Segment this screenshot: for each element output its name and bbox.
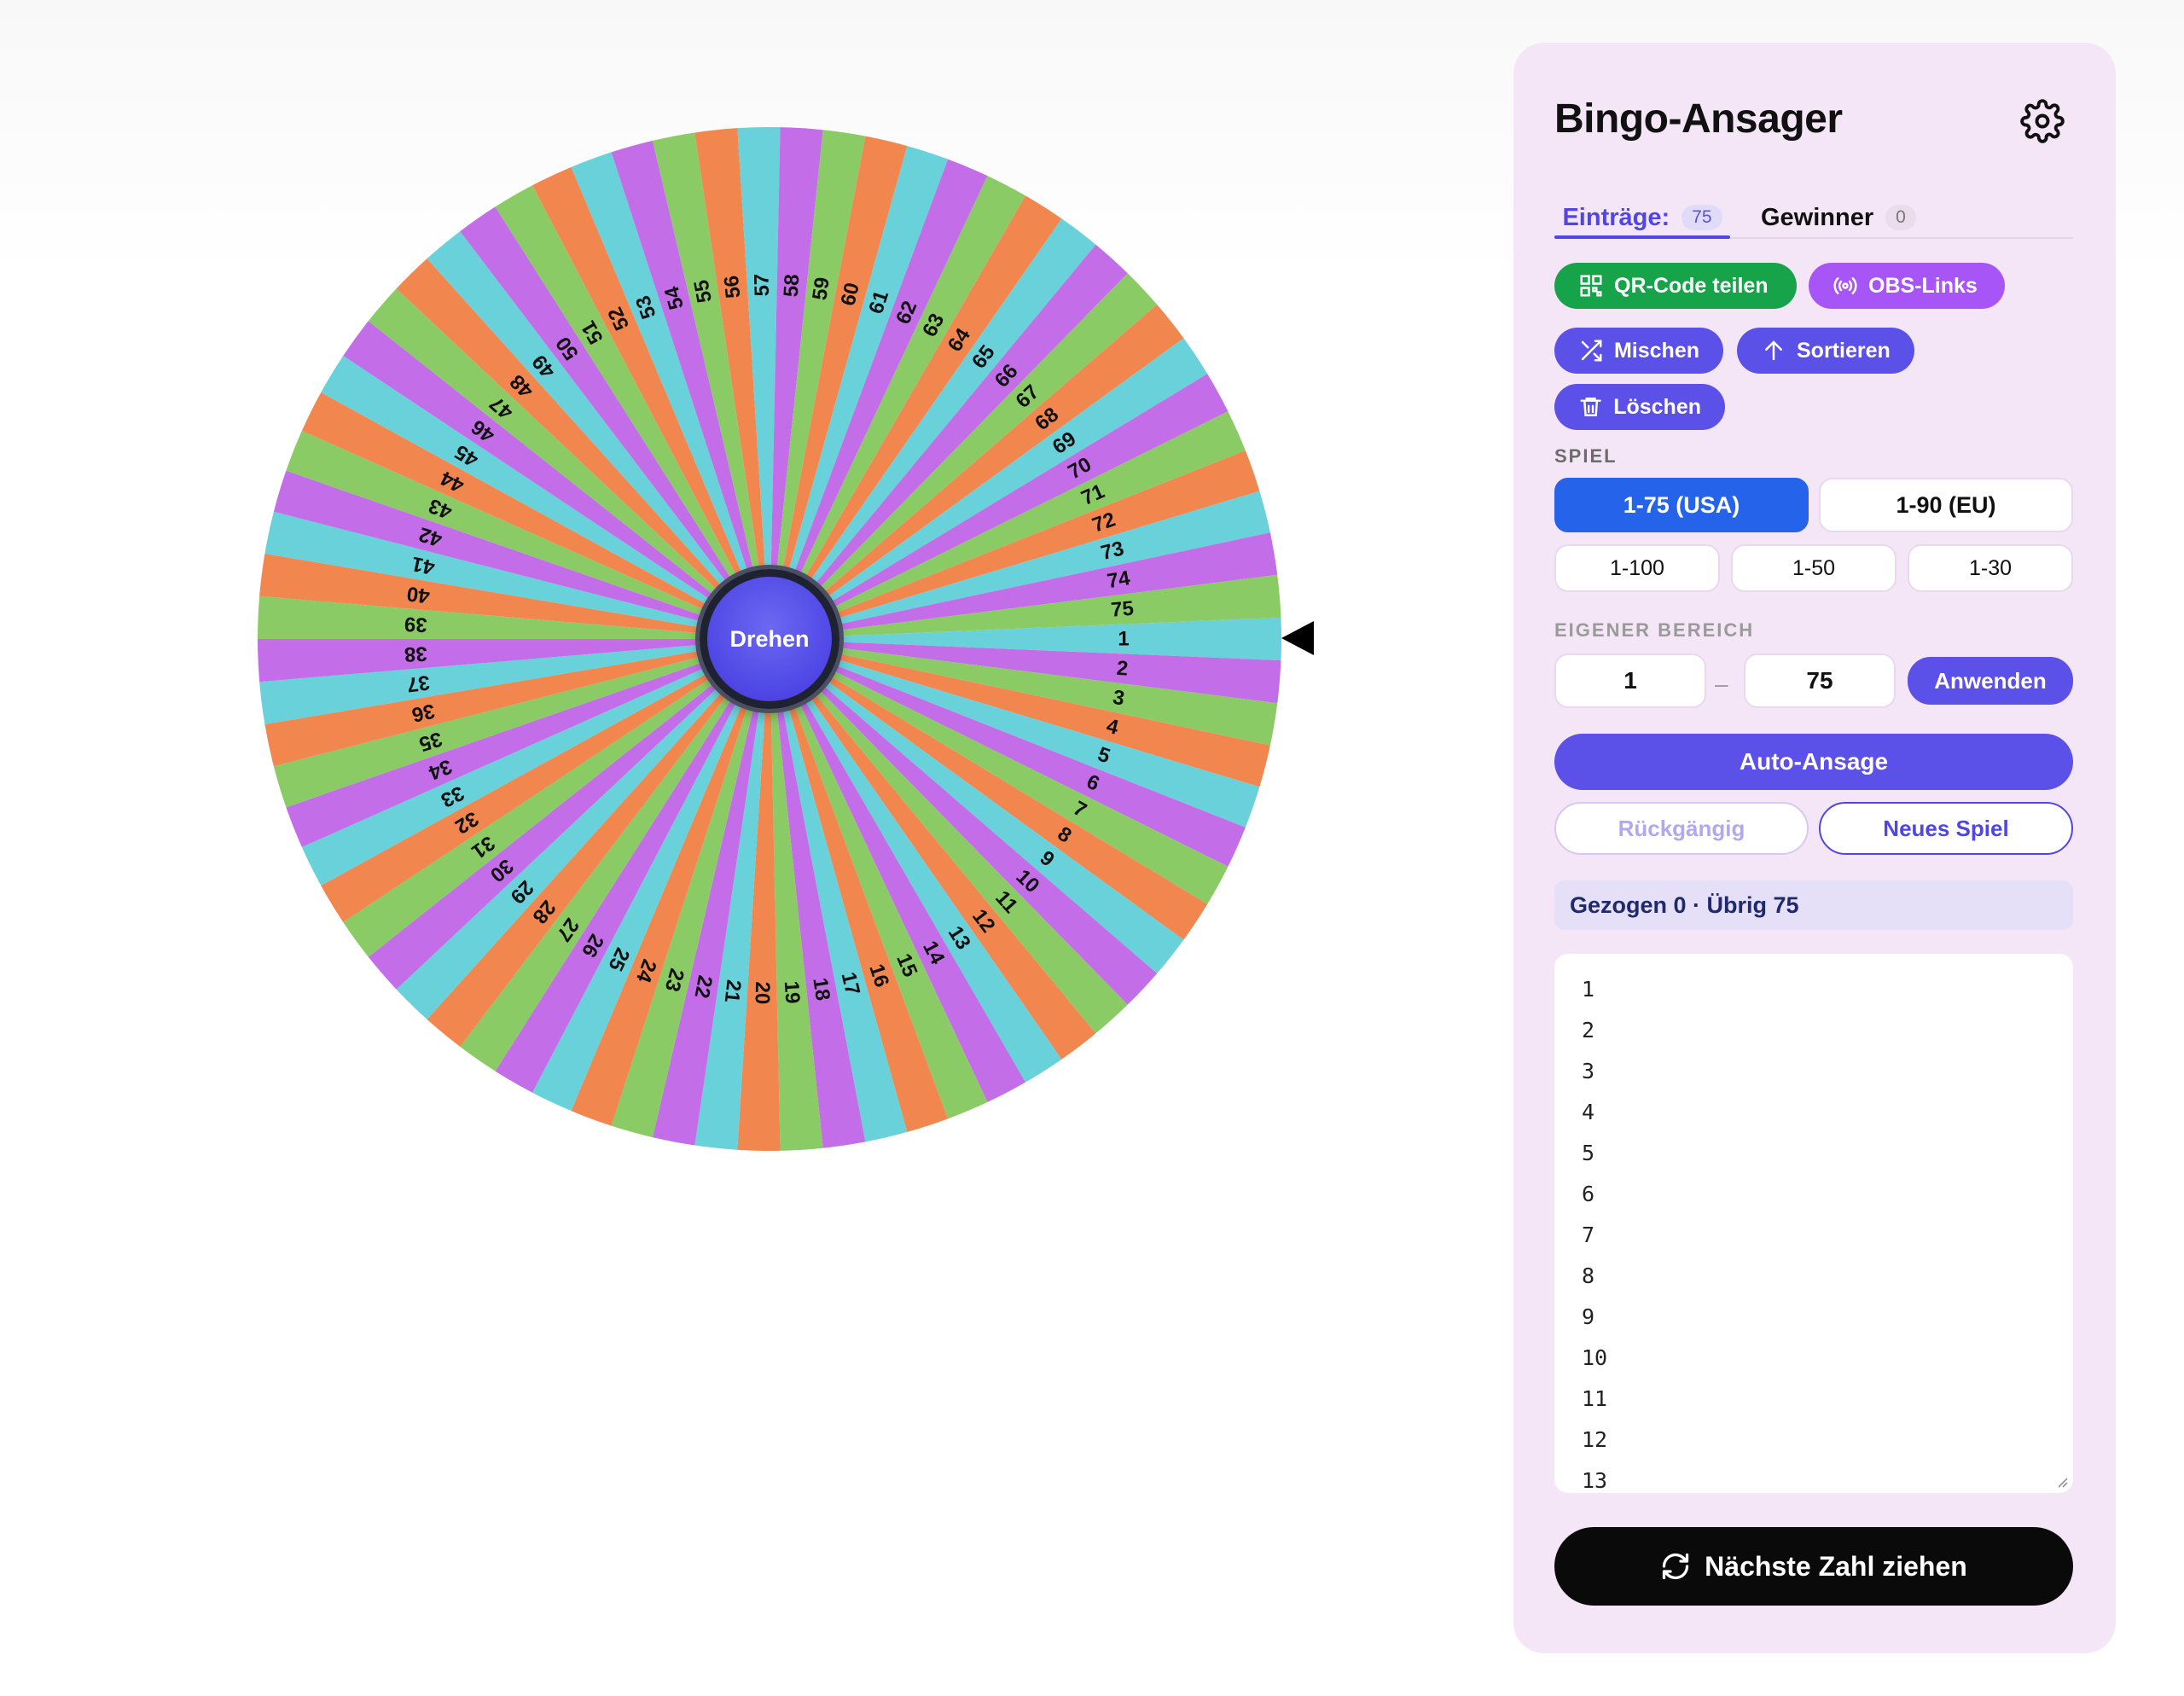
qr-code-icon xyxy=(1580,275,1602,297)
game-option-1-30[interactable]: 1-30 xyxy=(1908,544,2073,592)
wheel-number-label: 57 xyxy=(751,273,775,296)
shuffle-icon xyxy=(1581,340,1602,362)
entries-textarea[interactable]: 1 2 3 4 5 6 7 8 9 10 11 12 13 xyxy=(1554,954,2073,1493)
draw-next-number-button[interactable]: Nächste Zahl ziehen xyxy=(1554,1527,2073,1606)
control-panel: Bingo-Ansager Einträge: 75 Gewinner 0 QR… xyxy=(1513,43,2116,1653)
obs-links-button[interactable]: OBS-Links xyxy=(1809,263,2005,309)
wheel-number-label: 2 xyxy=(1116,657,1130,681)
wheel-number-label: 1 xyxy=(1118,628,1129,651)
wheel-number-label: 58 xyxy=(780,274,804,298)
delete-button[interactable]: Löschen xyxy=(1554,384,1725,430)
undo-button[interactable]: Rückgängig xyxy=(1554,802,1809,855)
tab-entries-count: 75 xyxy=(1682,205,1722,230)
draw-status: Gezogen 0 · Übrig 75 xyxy=(1554,880,2073,930)
wheel-number-label: 21 xyxy=(720,979,746,1003)
tab-winners-label: Gewinner xyxy=(1761,203,1874,231)
entry-line: 12 xyxy=(1582,1427,1608,1452)
custom-range-label: EIGENER BEREICH xyxy=(1554,619,1755,641)
new-game-button[interactable]: Neues Spiel xyxy=(1819,802,2073,855)
wheel-number-label: 39 xyxy=(404,613,427,636)
wheel-number-label: 36 xyxy=(410,699,437,726)
game-option-1-75[interactable]: 1-75 (USA) xyxy=(1554,478,1809,532)
gear-icon[interactable] xyxy=(2020,99,2065,143)
tab-entries[interactable]: Einträge: 75 xyxy=(1554,195,1730,241)
shuffle-label: Mischen xyxy=(1613,338,1699,363)
wheel-number-label: 40 xyxy=(405,582,431,607)
wheel-number-label: 74 xyxy=(1106,566,1132,593)
auto-call-button[interactable]: Auto-Ansage xyxy=(1554,734,2073,790)
range-to-input[interactable] xyxy=(1744,653,1896,708)
entry-line: 13 xyxy=(1582,1468,1608,1493)
resize-grip-icon[interactable] xyxy=(2054,1474,2068,1488)
panel-title: Bingo-Ansager xyxy=(1554,96,1843,142)
wheel-number-label: 38 xyxy=(404,642,427,665)
sort-label: Sortieren xyxy=(1797,338,1891,363)
bingo-wheel[interactable]: 1 2 3 4 5 6 7 8 9 10 11 12 13 14 15 16 17 18 19 20 21 22 23 24 2… xyxy=(256,125,1283,1153)
entry-line: 3 xyxy=(1582,1059,1595,1083)
delete-label: Löschen xyxy=(1613,394,1701,419)
game-section-label: SPIEL xyxy=(1554,445,1618,467)
game-option-1-100[interactable]: 1-100 xyxy=(1554,544,1720,592)
wheel-number-label: 59 xyxy=(808,276,834,301)
entry-line: 4 xyxy=(1582,1100,1595,1124)
broadcast-icon xyxy=(1833,277,1857,294)
spin-button[interactable]: Drehen xyxy=(700,569,839,709)
entry-line: 5 xyxy=(1582,1141,1595,1165)
entry-line: 7 xyxy=(1582,1223,1595,1247)
shuffle-button[interactable]: Mischen xyxy=(1554,328,1723,374)
tab-winners[interactable]: Gewinner 0 xyxy=(1761,195,1916,241)
entry-line: 8 xyxy=(1582,1263,1595,1288)
tab-winners-count: 0 xyxy=(1885,205,1916,230)
wheel-number-label: 18 xyxy=(808,976,834,1002)
wheel-number-label: 37 xyxy=(405,671,431,696)
range-separator: – xyxy=(1715,671,1728,697)
qr-code-share-label: QR-Code teilen xyxy=(1614,273,1769,298)
wheel-number-label: 19 xyxy=(780,980,804,1004)
tab-entries-label: Einträge: xyxy=(1562,203,1670,231)
wheel-number-label: 20 xyxy=(751,981,775,1004)
draw-next-number-label: Nächste Zahl ziehen xyxy=(1705,1550,1967,1582)
obs-links-label: OBS-Links xyxy=(1868,273,1978,298)
entry-line: 2 xyxy=(1582,1018,1595,1043)
wheel-number-label: 41 xyxy=(410,552,437,579)
wheel-number-label: 75 xyxy=(1110,597,1135,622)
entry-line: 6 xyxy=(1582,1182,1595,1206)
refresh-icon xyxy=(1663,1553,1689,1580)
range-from-input[interactable] xyxy=(1554,653,1706,708)
active-tab-indicator xyxy=(1554,235,1730,239)
entry-line: 11 xyxy=(1582,1386,1608,1411)
game-option-1-90[interactable]: 1-90 (EU) xyxy=(1819,478,2073,532)
arrow-up-icon xyxy=(1765,340,1782,361)
qr-code-share-button[interactable]: QR-Code teilen xyxy=(1554,263,1797,309)
game-option-1-50[interactable]: 1-50 xyxy=(1731,544,1896,592)
entry-line: 1 xyxy=(1582,977,1595,1002)
wheel-number-label: 22 xyxy=(689,973,717,1000)
entry-line: 9 xyxy=(1582,1304,1595,1329)
sort-button[interactable]: Sortieren xyxy=(1737,328,1914,374)
pointer-arrow-icon xyxy=(1281,621,1314,655)
apply-range-button[interactable]: Anwenden xyxy=(1908,657,2073,705)
trash-icon xyxy=(1580,398,1601,416)
wheel-number-label: 55 xyxy=(689,278,717,305)
spin-button-label: Drehen xyxy=(729,625,810,652)
wheel-number-label: 56 xyxy=(720,275,746,299)
entry-line: 10 xyxy=(1582,1345,1608,1370)
